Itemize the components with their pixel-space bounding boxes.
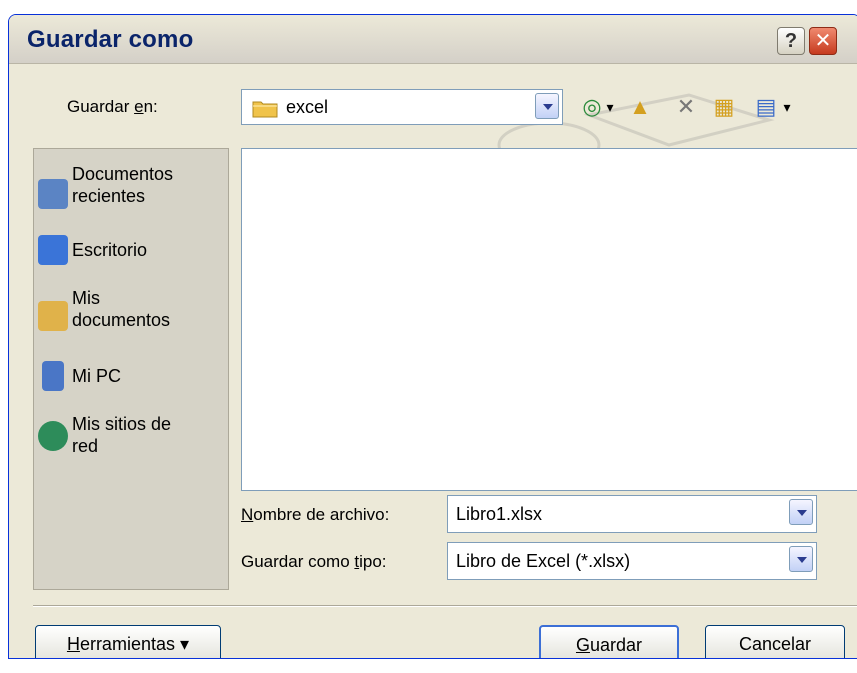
save-in-dropdown[interactable]: excel [241, 89, 563, 125]
new-folder-icon: ▦ [713, 94, 735, 119]
place-label: Escritorio [72, 240, 148, 260]
filetype-value: Libro de Excel (*.xlsx) [456, 551, 631, 571]
new-folder-button[interactable]: ▦ [709, 93, 739, 121]
save-in-label: Guardar en: [67, 97, 158, 116]
place-my-documents[interactable]: Mis documentos [34, 287, 230, 357]
filename-label: Nombre de archivo: [241, 505, 390, 524]
filetype-select[interactable]: Libro de Excel (*.xlsx) [447, 542, 817, 580]
back-icon: ◎ [582, 94, 602, 119]
close-icon: ✕ [814, 30, 832, 52]
file-list[interactable] [241, 148, 857, 491]
delete-button[interactable]: ✕ [671, 93, 701, 121]
folder-icon [252, 101, 278, 118]
folder-up-icon: ▲ [629, 94, 651, 119]
places-bar: Documentos recientes Escritorio Mis docume… [33, 148, 229, 590]
place-label: Mis sitios de [72, 414, 172, 434]
views-dropdown[interactable]: ▾ [779, 93, 795, 121]
network-places-icon [38, 421, 68, 451]
place-network[interactable]: Mis sitios de red [34, 413, 230, 483]
filename-input[interactable]: Libro1.xlsx [447, 495, 817, 533]
place-label: Mi PC [72, 366, 121, 386]
my-documents-icon [38, 301, 68, 331]
desktop-icon [38, 235, 68, 265]
place-label-line2: red [72, 436, 99, 456]
views-button[interactable]: ▤ [751, 93, 781, 121]
tools-button[interactable]: Herramientas ▾ [35, 625, 221, 658]
save-in-dropdown-arrow[interactable] [535, 93, 559, 119]
recent-docs-icon [38, 179, 68, 209]
help-icon: ? [784, 30, 798, 52]
cancel-button[interactable]: Cancelar [705, 625, 845, 658]
place-label-line2: documentos [72, 310, 171, 330]
save-button[interactable]: Guardar [539, 625, 679, 658]
divider [33, 605, 857, 607]
place-label: Documentos [72, 164, 174, 184]
title-bar[interactable]: Guardar como ? ✕ [9, 15, 857, 64]
close-button[interactable]: ✕ [809, 27, 837, 55]
chevron-down-icon: ▾ [180, 634, 190, 654]
save-as-dialog: Guardar como ? ✕ clic Guardar en: excel … [8, 14, 857, 659]
filename-dropdown-arrow[interactable] [789, 499, 813, 525]
my-computer-icon [42, 361, 64, 391]
filename-value: Libro1.xlsx [456, 504, 543, 524]
views-icon: ▤ [755, 94, 777, 119]
help-button[interactable]: ? [777, 27, 805, 55]
place-label: Mis [72, 288, 100, 308]
filetype-label: Guardar como tipo: [241, 552, 387, 571]
place-label-line2: recientes [72, 186, 146, 206]
up-one-level-button[interactable]: ▲ [625, 93, 655, 121]
dialog-title: Guardar como [27, 26, 194, 53]
save-in-value: excel [286, 97, 329, 117]
delete-icon: ✕ [676, 94, 696, 119]
place-recent-documents[interactable]: Documentos recientes [34, 163, 230, 233]
back-history-dropdown[interactable]: ▾ [602, 93, 618, 121]
chevron-down-icon: ▾ [783, 99, 791, 115]
chevron-down-icon: ▾ [606, 99, 614, 115]
filetype-dropdown-arrow[interactable] [789, 546, 813, 572]
